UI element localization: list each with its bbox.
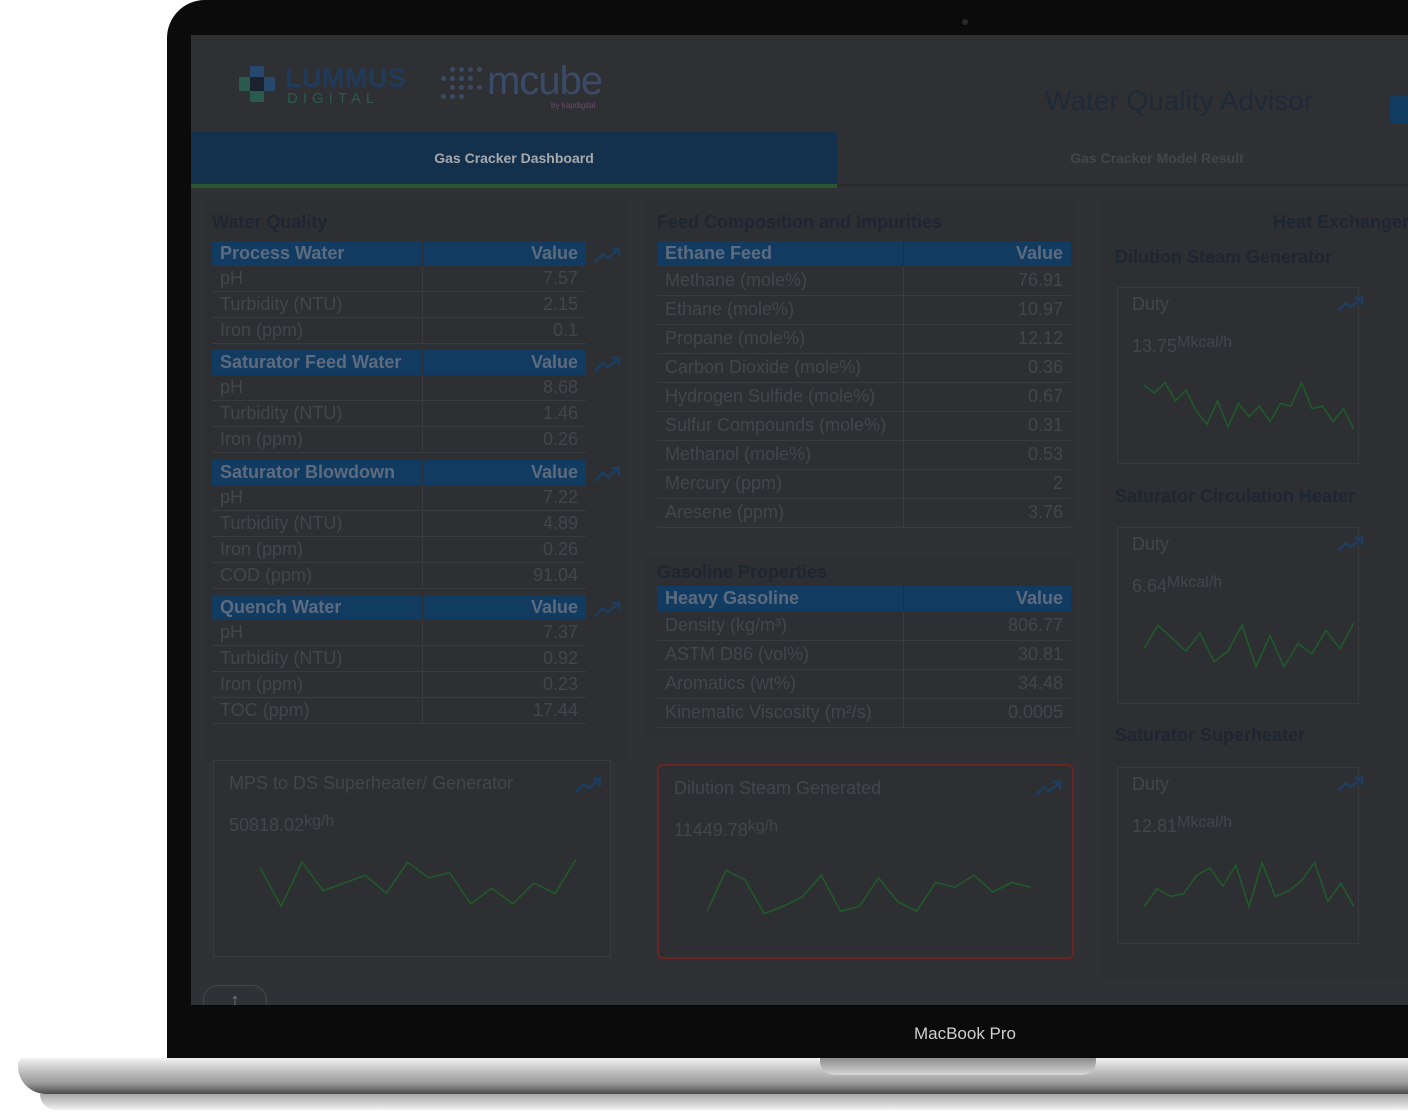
laptop-base [18, 1058, 1408, 1094]
laptop-notch [820, 1058, 1096, 1075]
app-screen: LUMMUS DIGITAL mcube by kapdigital Water… [191, 35, 1408, 1005]
screen-dim-overlay [191, 35, 1408, 1005]
laptop-foot [40, 1094, 1408, 1110]
device-brand-label: MacBook Pro [913, 1024, 1017, 1043]
camera-dot [962, 19, 968, 25]
